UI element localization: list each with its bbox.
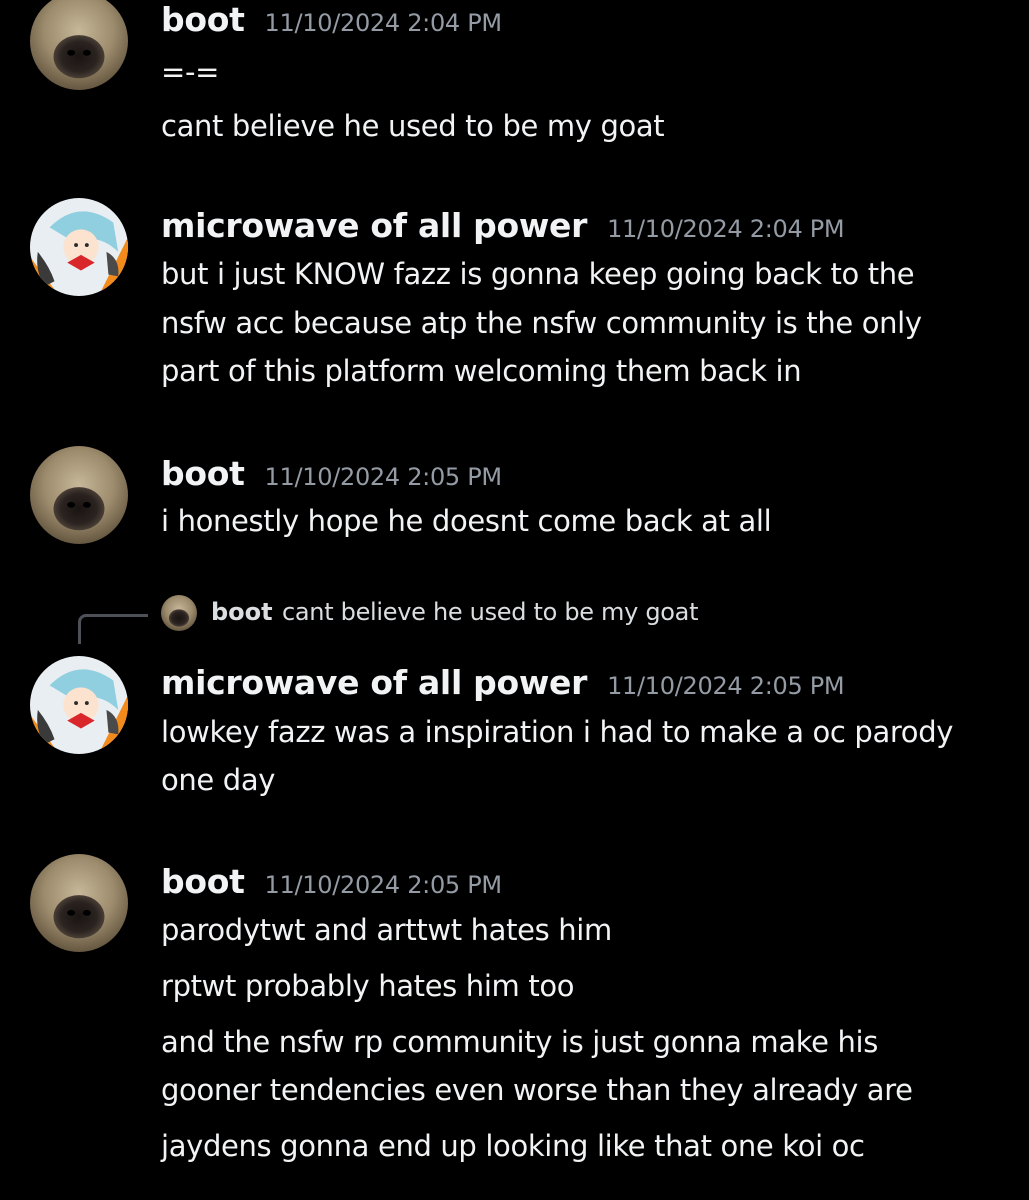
pug-avatar-icon <box>30 0 128 90</box>
reply-preview-text[interactable]: cant believe he used to be my goat <box>282 598 699 626</box>
timestamp: 11/10/2024 2:05 PM <box>264 463 503 491</box>
username[interactable]: boot <box>161 862 245 901</box>
anime-character-avatar-icon <box>30 656 128 754</box>
message-text: part of this platform welcoming them bac… <box>161 354 802 388</box>
message-text: gooner tendencies even worse than they a… <box>161 1073 913 1107</box>
timestamp: 11/10/2024 2:05 PM <box>264 871 503 899</box>
reply-author[interactable]: boot <box>211 598 273 626</box>
message-text: i honestly hope he doesnt come back at a… <box>161 504 772 538</box>
username[interactable]: microwave of all power <box>161 206 587 245</box>
avatar[interactable] <box>30 198 128 296</box>
avatar[interactable] <box>30 656 128 754</box>
username[interactable]: microwave of all power <box>161 663 587 702</box>
message-text: and the nsfw rp community is just gonna … <box>161 1025 879 1059</box>
message-text: jaydens gonna end up looking like that o… <box>161 1129 865 1163</box>
timestamp: 11/10/2024 2:05 PM <box>607 672 845 700</box>
username[interactable]: boot <box>161 454 245 493</box>
message-text: parodytwt and arttwt hates him <box>161 913 612 947</box>
reply-avatar[interactable] <box>161 595 197 631</box>
anime-character-avatar-icon <box>30 198 128 296</box>
message-text: lowkey fazz was a inspiration i had to m… <box>161 715 954 749</box>
pug-avatar-icon <box>30 446 128 544</box>
username[interactable]: boot <box>161 0 245 39</box>
pug-avatar-icon <box>30 854 128 952</box>
timestamp: 11/10/2024 2:04 PM <box>264 9 503 37</box>
pug-avatar-icon <box>161 595 197 631</box>
avatar[interactable] <box>30 0 128 90</box>
message-text: but i just KNOW fazz is gonna keep going… <box>161 257 915 291</box>
avatar[interactable] <box>30 446 128 544</box>
message-text: =-= <box>161 55 220 89</box>
message-text: rptwt probably hates him too <box>161 969 575 1003</box>
message-text: cant believe he used to be my goat <box>161 109 665 143</box>
message-text: one day <box>161 763 276 797</box>
avatar[interactable] <box>30 854 128 952</box>
reply-connector <box>78 614 148 644</box>
timestamp: 11/10/2024 2:04 PM <box>607 215 845 243</box>
message-text: nsfw acc because atp the nsfw community … <box>161 306 922 340</box>
